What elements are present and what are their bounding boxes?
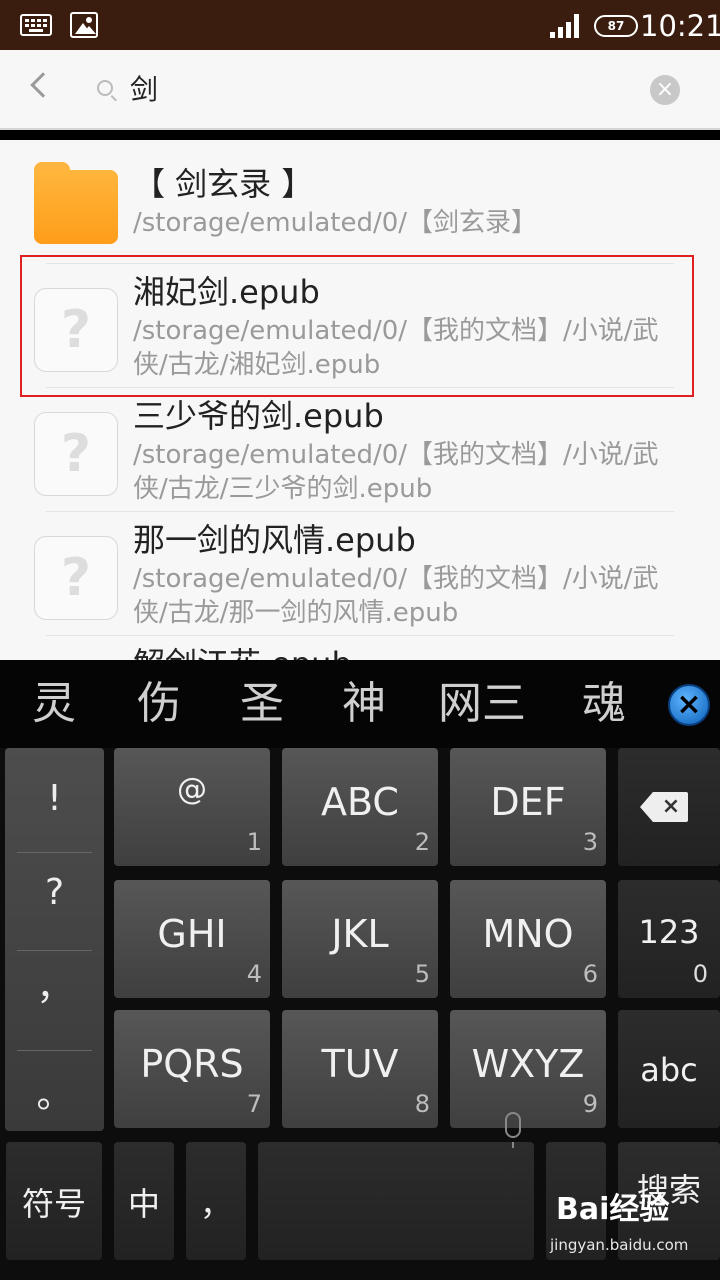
comma-key[interactable]: ， bbox=[186, 1142, 246, 1260]
signal-icon bbox=[550, 14, 586, 38]
space-key[interactable] bbox=[258, 1142, 680, 1260]
candidate-item[interactable]: 网三 bbox=[438, 678, 526, 730]
key-4[interactable]: GHI 4 bbox=[114, 880, 270, 998]
candidate-item[interactable]: 神 bbox=[342, 678, 386, 730]
key-1[interactable]: @ 1 bbox=[114, 748, 270, 866]
chinese-mode-key[interactable]: 中 bbox=[114, 1142, 174, 1260]
key-8[interactable]: TUV 8 bbox=[282, 1010, 438, 1128]
abc-mode-key[interactable]: abc bbox=[618, 1010, 720, 1128]
key-7[interactable]: PQRS 7 bbox=[114, 1010, 270, 1128]
list-item[interactable]: ? 那一剑的风情.epub /storage/emulated/0/【我的文档】… bbox=[0, 512, 720, 636]
item-title: 解剑江花.epub bbox=[133, 644, 352, 660]
unknown-file-icon: ? bbox=[34, 536, 118, 620]
item-title: 三少爷的剑.epub bbox=[133, 397, 384, 435]
key-2[interactable]: ABC 2 bbox=[282, 748, 438, 866]
list-item[interactable]: ? 解剑江花.epub bbox=[0, 636, 720, 660]
close-candidates-icon[interactable]: × bbox=[668, 684, 710, 726]
item-path: /storage/emulated/0/【我的文档】/小说/武侠/古龙/三少爷的… bbox=[133, 440, 659, 504]
backspace-icon: × bbox=[640, 792, 688, 822]
battery-icon: 87 bbox=[594, 15, 638, 37]
clear-search-button[interactable]: × bbox=[650, 75, 680, 105]
item-path: /storage/emulated/0/【我的文档】/小说/武侠/古龙/那一剑的… bbox=[133, 564, 659, 628]
watermark-logo: Bai经验 bbox=[556, 1192, 670, 1227]
punct-key[interactable]: ! bbox=[5, 778, 104, 819]
watermark-url: jingyan.baidu.com bbox=[550, 1236, 689, 1254]
search-icon bbox=[97, 80, 113, 96]
punctuation-column: ! ? ， 。 bbox=[5, 748, 104, 1131]
search-header: 剑 × bbox=[0, 50, 720, 130]
list-item[interactable]: ? 三少爷的剑.epub /storage/emulated/0/【我的文档】/… bbox=[0, 388, 720, 512]
symbol-key[interactable]: 符号 bbox=[6, 1142, 102, 1260]
status-time: 10:21 bbox=[640, 9, 720, 43]
search-input[interactable]: 剑 bbox=[130, 70, 158, 110]
key-6[interactable]: MNO 6 bbox=[450, 880, 606, 998]
list-item[interactable]: 【 剑玄录 】 /storage/emulated/0/【剑玄录】 bbox=[0, 140, 720, 264]
item-title: 【 剑玄录 】 bbox=[133, 165, 314, 203]
candidate-item[interactable]: 圣 bbox=[240, 678, 284, 730]
punct-key[interactable]: ， bbox=[5, 958, 104, 1010]
highlight-box bbox=[20, 255, 694, 397]
folder-icon bbox=[34, 162, 118, 244]
item-path: /storage/emulated/0/【剑玄录】 bbox=[133, 208, 538, 238]
key-9[interactable]: WXYZ 9 bbox=[450, 1010, 606, 1128]
image-notification-icon bbox=[70, 12, 98, 38]
back-icon[interactable] bbox=[30, 72, 56, 98]
status-bar: 87 10:21 bbox=[0, 0, 720, 50]
backspace-button[interactable]: × bbox=[618, 748, 720, 866]
watermark: Bai经验 jingyan.baidu.com bbox=[550, 1180, 720, 1268]
punct-key[interactable]: ? bbox=[5, 872, 104, 913]
candidate-item[interactable]: 灵 bbox=[32, 678, 76, 730]
candidate-item[interactable]: 伤 bbox=[137, 678, 181, 730]
punct-key[interactable]: 。 bbox=[5, 1066, 104, 1118]
keyboard-icon bbox=[20, 14, 52, 36]
unknown-file-icon: ? bbox=[34, 412, 118, 496]
candidate-bar: 灵 伤 圣 神 网三 魂 × bbox=[0, 660, 720, 748]
search-results-list: 【 剑玄录 】 /storage/emulated/0/【剑玄录】 ? 湘妃剑.… bbox=[0, 140, 720, 660]
key-5[interactable]: JKL 5 bbox=[282, 880, 438, 998]
candidate-item[interactable]: 魂 bbox=[582, 678, 626, 730]
item-title: 那一剑的风情.epub bbox=[133, 521, 416, 559]
key-3[interactable]: DEF 3 bbox=[450, 748, 606, 866]
number-mode-key[interactable]: 123 0 bbox=[618, 880, 720, 998]
microphone-icon[interactable] bbox=[505, 1112, 521, 1148]
